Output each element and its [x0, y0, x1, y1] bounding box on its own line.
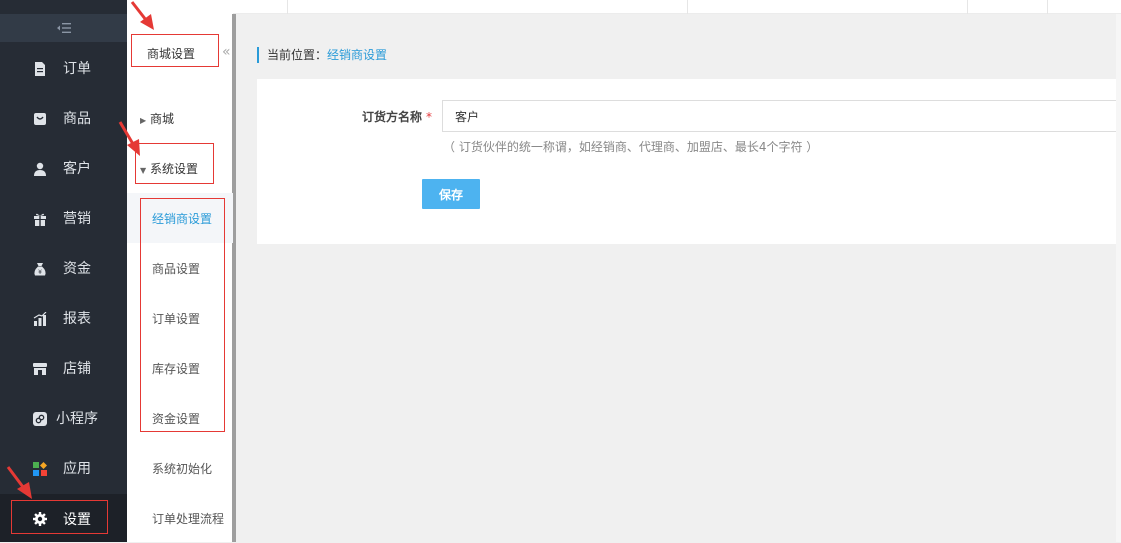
breadcrumb: 当前位置：经销商设置	[257, 47, 387, 63]
orderer-name-label: 订货方名称 *	[362, 108, 432, 125]
bag-icon	[34, 113, 46, 125]
store-icon	[33, 363, 47, 375]
annotation-box	[140, 198, 225, 432]
main-sidebar: 订单 商品 客户 营销 ¥ 资金 报表 店铺 小程序 应用 设置	[0, 0, 127, 542]
submenu-collapse-icon[interactable]: «	[222, 44, 231, 60]
tab-divider	[1047, 0, 1048, 14]
menu-collapse-icon	[56, 23, 71, 33]
nav-item-label: 客户	[63, 161, 91, 177]
nav-item-customers[interactable]: 客户	[0, 144, 127, 194]
sidebar-collapse-button[interactable]	[0, 14, 127, 42]
save-button[interactable]: 保存	[422, 179, 480, 209]
chart-icon	[33, 312, 47, 326]
nav-item-orders[interactable]: 订单	[0, 44, 127, 94]
money-bag-icon: ¥	[34, 263, 46, 276]
main-scrollbar[interactable]	[1116, 14, 1121, 542]
annotation-box	[11, 500, 108, 534]
nav-item-label: 资金	[63, 261, 91, 277]
annotation-box	[131, 34, 219, 67]
nav-item-label: 商品	[63, 111, 91, 127]
nav-item-funds[interactable]: ¥ 资金	[0, 244, 127, 294]
nav-item-reports[interactable]: 报表	[0, 294, 127, 344]
submenu-item-label: 系统初始化	[152, 462, 213, 476]
nav-item-label: 小程序	[56, 411, 98, 427]
annotation-arrow-icon	[118, 121, 140, 156]
field-hint: （ 订货伙伴的统一称谓，如经销商、代理商、加盟店、最长4个字符 ）	[443, 140, 819, 154]
top-tab-strip	[127, 0, 1121, 14]
user-icon	[34, 162, 46, 176]
svg-text:¥: ¥	[38, 269, 42, 276]
tab-divider	[287, 0, 288, 14]
annotation-arrow-icon	[130, 1, 154, 30]
breadcrumb-current[interactable]: 经销商设置	[327, 48, 387, 62]
nav-item-label: 营销	[63, 211, 91, 227]
submenu-item-label: 订单处理流程	[152, 512, 225, 526]
nav-item-marketing[interactable]: 营销	[0, 194, 127, 244]
nav-item-label: 报表	[63, 311, 91, 327]
submenu-item-order-workflow[interactable]: 订单处理流程	[127, 493, 233, 543]
gift-icon	[34, 213, 46, 226]
miniprogram-icon	[33, 412, 47, 426]
nav-item-miniprogram[interactable]: 小程序	[0, 394, 127, 444]
submenu-group-label: 商城	[150, 112, 175, 126]
nav-item-products[interactable]: 商品	[0, 94, 127, 144]
submenu-item-system-init[interactable]: 系统初始化	[127, 443, 233, 493]
tab-divider	[687, 0, 688, 14]
orderer-name-input[interactable]	[442, 100, 1118, 132]
nav-item-label: 订单	[63, 61, 91, 77]
annotation-arrow-icon	[6, 466, 32, 499]
required-mark: *	[426, 110, 433, 124]
field-label-text: 订货方名称	[362, 110, 423, 124]
nav-item-label: 店铺	[63, 361, 91, 377]
tab-divider	[967, 0, 968, 14]
breadcrumb-prefix: 当前位置：	[267, 48, 328, 62]
document-icon	[35, 62, 45, 76]
nav-item-label: 应用	[63, 461, 91, 477]
nav-item-store[interactable]: 店铺	[0, 344, 127, 394]
